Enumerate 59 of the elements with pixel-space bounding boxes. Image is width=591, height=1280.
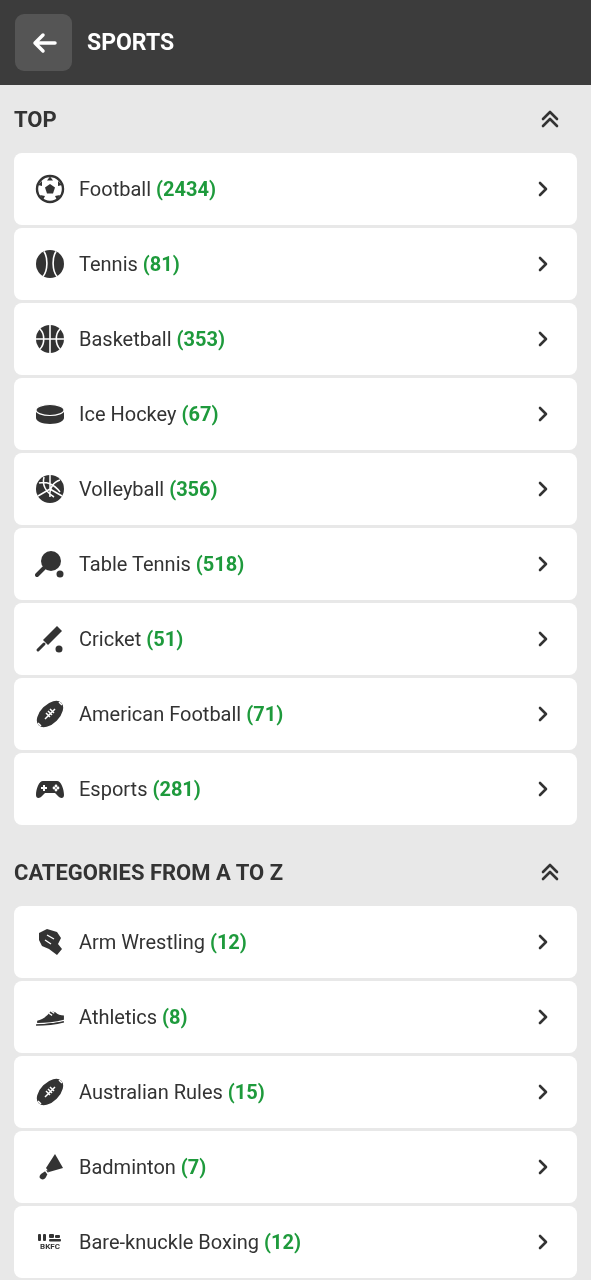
sport-name: Esports (281) [79, 777, 202, 801]
ping-pong-paddle-icon [35, 549, 65, 579]
cricket-bat-icon [35, 624, 65, 654]
chevron-right-icon [537, 780, 549, 798]
rugby-ball-icon [35, 1077, 65, 1107]
rugby-ball-icon [35, 699, 65, 729]
back-arrow-icon [30, 31, 57, 54]
sport-item[interactable]: BKFC Bare-knuckle Boxing (12) [14, 1206, 577, 1278]
volleyball-icon [35, 474, 65, 504]
double-chevron-up-icon [540, 862, 560, 882]
chevron-right-icon [537, 330, 549, 348]
soccer-ball-icon [35, 174, 65, 204]
sport-name: Volleyball (356) [79, 477, 219, 501]
tennis-ball-icon [35, 249, 65, 279]
sport-item[interactable]: Table Tennis (518) [14, 528, 577, 600]
sport-item[interactable]: American Football (71) [14, 678, 577, 750]
chevron-right-icon [537, 933, 549, 951]
logo-text: BKFC [40, 1242, 60, 1251]
chevron-right-icon [537, 405, 549, 423]
section-title: CATEGORIES FROM A TO Z [14, 859, 283, 885]
sport-item[interactable]: Australian Rules (15) [14, 1056, 577, 1128]
sport-name: Arm Wrestling (12) [79, 930, 248, 954]
sport-item[interactable]: Volleyball (356) [14, 453, 577, 525]
double-chevron-up-icon [540, 109, 560, 129]
chevron-right-icon [537, 180, 549, 198]
sport-name: Australian Rules (15) [79, 1080, 266, 1104]
sport-name: Ice Hockey (67) [79, 402, 220, 426]
chevron-right-icon [537, 1233, 549, 1251]
sport-item[interactable]: Tennis (81) [14, 228, 577, 300]
chevron-right-icon [537, 705, 549, 723]
sport-item[interactable]: Cricket (51) [14, 603, 577, 675]
sport-name: Table Tennis (518) [79, 552, 246, 576]
chevron-right-icon [537, 1083, 549, 1101]
chevron-right-icon [537, 1008, 549, 1026]
sport-item[interactable]: Esports (281) [14, 753, 577, 825]
sport-name: Badminton (7) [79, 1155, 208, 1179]
sport-name: Football (2434) [79, 177, 217, 201]
fists-icon [37, 1233, 63, 1242]
sport-name: Cricket (51) [79, 627, 185, 651]
page-title: SPORTS [87, 29, 175, 56]
sport-item[interactable]: Basketball (353) [14, 303, 577, 375]
sport-name: American Football (71) [79, 702, 285, 726]
sport-item[interactable]: Athletics (8) [14, 981, 577, 1053]
chevron-right-icon [537, 480, 549, 498]
sport-item[interactable]: Ice Hockey (67) [14, 378, 577, 450]
chevron-right-icon [537, 255, 549, 273]
sport-item[interactable]: Arm Wrestling (12) [14, 906, 577, 978]
back-button[interactable] [15, 14, 72, 71]
sport-name: Tennis (81) [79, 252, 181, 276]
sport-item[interactable]: Football (2434) [14, 153, 577, 225]
chevron-right-icon [537, 555, 549, 573]
sport-item[interactable]: Badminton (7) [14, 1131, 577, 1203]
sport-name: Athletics (8) [79, 1005, 189, 1029]
sport-name: Basketball (353) [79, 327, 226, 351]
section-title: TOP [14, 106, 57, 132]
chevron-right-icon [537, 1158, 549, 1176]
sport-name: Bare-knuckle Boxing (12) [79, 1230, 302, 1254]
chevron-right-icon [537, 630, 549, 648]
basketball-icon [35, 324, 65, 354]
